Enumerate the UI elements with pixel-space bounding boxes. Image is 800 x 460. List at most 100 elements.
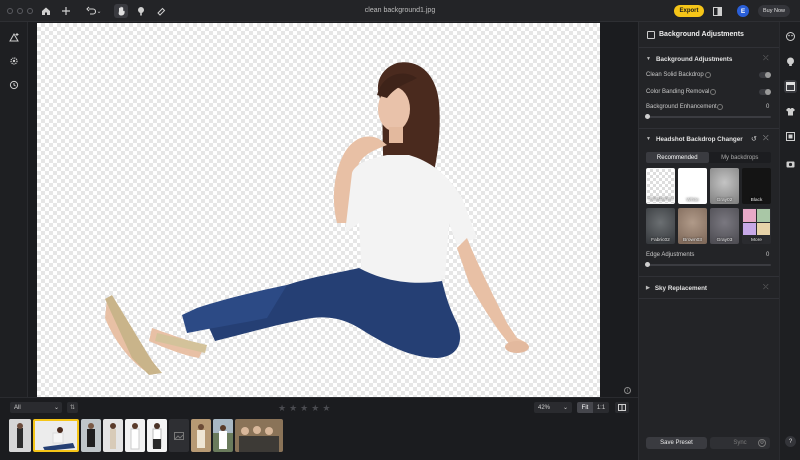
swatch-gray02[interactable]: Gray02 [710,168,739,204]
settings-gear-icon[interactable] [7,54,21,68]
color-chip [743,223,756,235]
divider [639,128,780,129]
section-background-adjustments[interactable]: ▼ Background Adjustments [639,51,780,67]
wand-icon[interactable]: ⤫ [763,284,769,292]
swatch-label: Brown03 [683,238,702,243]
background-enhancement-value: 0 [766,104,770,110]
color-banding-removal-toggle[interactable] [759,89,771,95]
thumbnail[interactable] [147,419,167,452]
swatch-label: White [686,198,699,203]
thumbnail[interactable] [9,419,31,452]
swatch-fabric02[interactable]: Fabric02 [646,208,675,244]
background-enhancement-label: Background Enhancement [646,104,717,110]
background-panel-icon [647,30,655,39]
image-canvas[interactable] [37,23,600,397]
palette-icon[interactable] [784,30,797,43]
swatch-white[interactable]: White [678,168,707,204]
thumbnail[interactable] [103,419,123,452]
buy-now-button[interactable]: Buy Now [758,5,790,17]
caret-down-icon: ▼ [646,56,651,62]
color-banding-removal-label: Color Banding Removal [646,89,710,95]
tab-recommended[interactable]: Recommended [646,152,709,163]
reset-icon[interactable]: ↺ [751,135,757,143]
thumbnail[interactable] [235,419,283,452]
chevron-down-icon: ⌄ [53,405,59,411]
zoom-select[interactable]: 42% ⌄ [534,402,572,413]
history-icon[interactable] [7,78,21,92]
section-sky-replacement[interactable]: ▶ Sky Replacement [639,280,780,296]
thumbnail[interactable] [125,419,145,452]
info-icon[interactable] [710,89,716,95]
info-icon[interactable]: i [624,387,631,394]
info-icon[interactable] [705,72,711,78]
sync-label: Sync [733,440,747,446]
edge-adjustments-value: 0 [766,252,770,258]
clean-solid-backdrop-toggle[interactable] [759,72,771,78]
caret-down-icon: ▼ [646,136,651,142]
swatch-more[interactable]: More [742,208,771,244]
star-icon[interactable]: ★ [311,403,319,414]
section-headshot-backdrop-changer[interactable]: ▼ Headshot Backdrop Changer [639,131,780,147]
panel-header: Background Adjustments [639,22,779,48]
caret-right-icon: ▶ [646,285,650,291]
tab-my-backdrops[interactable]: My backdrops [709,152,772,163]
edge-adjustments-slider[interactable] [646,264,771,266]
face-retouch-icon[interactable] [784,55,797,68]
panel-toggle-icon[interactable] [710,4,724,18]
divider [639,298,780,299]
edge-adjustments-label: Edge Adjustments [646,252,695,258]
color-chip [757,209,770,222]
swatch-label: More [751,238,762,243]
clean-solid-backdrop-label: Clean Solid Backdrop [646,72,704,78]
left-tool-strip [0,22,28,460]
reset-disabled-icon[interactable]: ⤫ [763,55,769,63]
background-icon[interactable] [784,80,797,93]
filter-select[interactable]: All ⌄ [10,402,62,413]
right-icon-strip: ? [779,22,800,460]
adjust-tool-icon[interactable] [7,30,21,44]
chevron-down-icon: ⌄ [562,405,568,411]
swatch-label: Fabric02 [651,238,670,243]
subject-cutout [105,62,529,375]
help-button[interactable]: ? [785,436,796,447]
info-icon[interactable] [717,104,723,110]
star-icon[interactable]: ★ [278,403,286,414]
sync-settings-icon[interactable]: ⚙ [758,439,766,447]
crop-icon[interactable] [784,130,797,143]
rating-stars: ★ ★ ★ ★ ★ [278,403,330,414]
swatch-brown03[interactable]: Brown03 [678,208,707,244]
swatch-label: Gray03 [716,238,733,243]
thumbnail-selected[interactable] [33,419,79,452]
thumbnail[interactable] [191,419,211,452]
section-title: Background Adjustments [655,55,733,63]
background-enhancement-slider[interactable] [646,116,771,118]
swatch-label: Gray02 [716,198,733,203]
one-to-one-button[interactable]: 1:1 [593,402,609,413]
export-button[interactable]: Export [674,5,704,17]
slider-handle[interactable] [645,262,650,267]
canvas-area [28,22,638,397]
panel-title: Background Adjustments [659,31,744,38]
compare-icon[interactable] [615,402,629,413]
sort-icon[interactable]: ⇅ [67,402,78,413]
camera-icon[interactable] [784,157,797,170]
swatch-label: Transparent [647,197,674,202]
wand-icon[interactable]: ⤫ [763,135,769,143]
image-placeholder-icon[interactable] [169,419,189,452]
thumbnail[interactable] [213,419,233,452]
slider-handle[interactable] [645,114,650,119]
swatch-transparent[interactable]: Transparent [646,168,675,204]
thumbnail[interactable] [81,419,101,452]
fit-button[interactable]: Fit [577,402,593,413]
swatch-gray03[interactable]: Gray03 [710,208,739,244]
clothing-icon[interactable] [784,105,797,118]
star-icon[interactable]: ★ [322,403,330,414]
save-preset-button[interactable]: Save Preset [646,437,707,449]
star-icon[interactable]: ★ [289,403,297,414]
title-bar: ⌄ clean background1.jpg Export E Buy Now [0,0,800,22]
avatar[interactable]: E [737,5,749,17]
swatch-black[interactable]: Black [742,168,771,204]
divider [639,276,780,277]
star-icon[interactable]: ★ [300,403,308,414]
backdrop-tabs: Recommended My backdrops [646,152,771,163]
